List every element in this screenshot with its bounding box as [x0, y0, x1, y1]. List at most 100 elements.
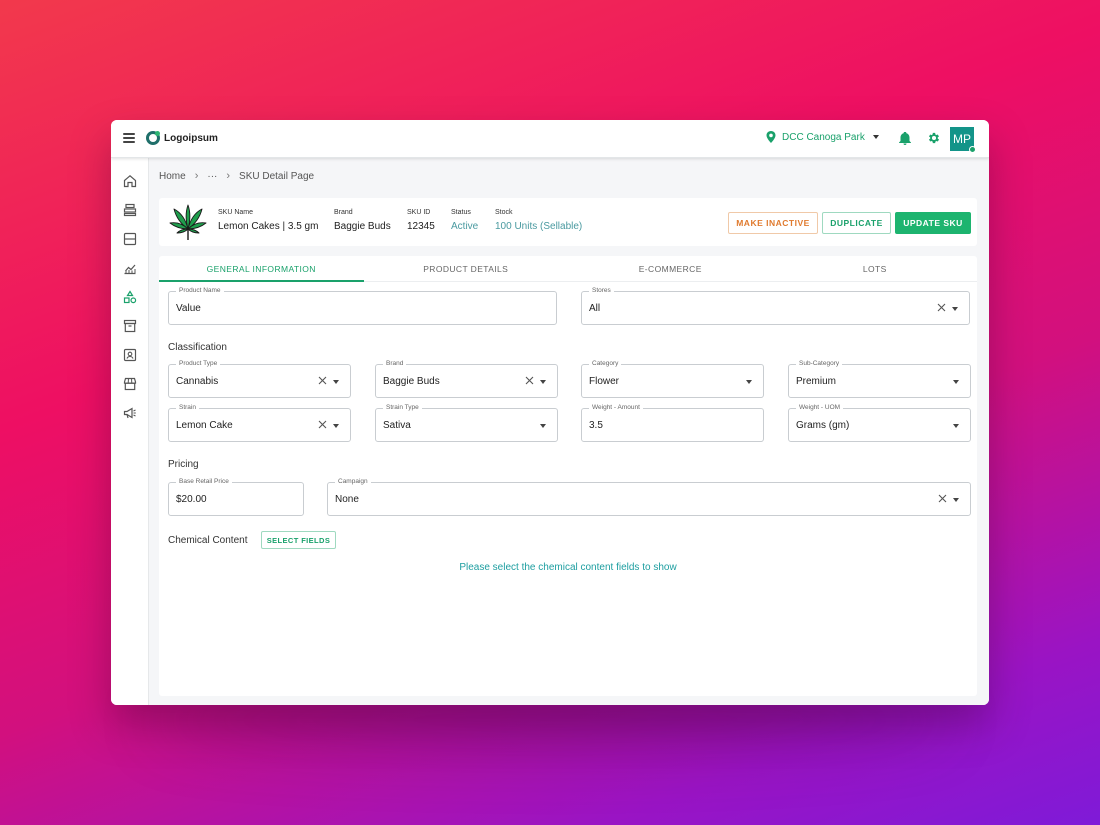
status-badge: Active — [451, 221, 479, 232]
sidebar — [111, 158, 149, 705]
clear-icon[interactable] — [318, 376, 327, 385]
chevron-down-icon[interactable] — [540, 380, 546, 384]
base-price-label: Base Retail Price — [176, 478, 232, 486]
strain-type-value: Sativa — [383, 420, 411, 431]
product-type-value: Cannabis — [176, 376, 219, 387]
strain-label: Strain — [176, 404, 199, 412]
chemical-content-hint: Please select the chemical content field… — [459, 562, 677, 573]
brand-select[interactable]: Brand Baggie Buds — [375, 360, 558, 398]
select-fields-button[interactable]: SELECT FIELDS — [261, 531, 336, 549]
brand-field-value: Baggie Buds — [383, 376, 440, 387]
marketing-icon[interactable] — [123, 406, 137, 420]
contacts-icon[interactable] — [123, 348, 137, 362]
chevron-down-icon[interactable] — [952, 307, 958, 311]
breadcrumb-ellipsis[interactable]: ··· — [207, 171, 217, 182]
strain-type-label: Strain Type — [383, 404, 422, 412]
sub-category-select[interactable]: Sub-Category Premium — [788, 360, 971, 398]
status-block: Status Active — [451, 209, 478, 232]
sub-category-label: Sub-Category — [796, 360, 843, 368]
sku-id-value: 12345 — [407, 221, 435, 232]
sku-id-label: SKU ID — [407, 209, 431, 216]
strain-select[interactable]: Strain Lemon Cake — [168, 404, 351, 442]
cannabis-leaf-icon — [169, 204, 207, 240]
sku-name-label: SKU Name — [218, 209, 254, 216]
brand-field-label: Brand — [383, 360, 407, 368]
base-retail-price-field[interactable]: Base Retail Price $20.00 — [168, 478, 304, 516]
logo-text: Logoipsum — [164, 132, 218, 144]
chevron-down-icon[interactable] — [953, 380, 959, 384]
campaign-select[interactable]: Campaign None — [327, 478, 971, 516]
breadcrumb-home[interactable]: Home — [159, 171, 186, 182]
tab-lots[interactable]: LOTS — [773, 256, 978, 281]
store-icon[interactable] — [123, 377, 137, 391]
store-selector[interactable]: DCC Canoga Park — [766, 131, 879, 143]
product-name-field[interactable]: Product Name Value — [168, 287, 557, 325]
online-status-dot — [969, 146, 976, 153]
weight-uom-label: Weight - UOM — [796, 404, 844, 412]
base-price-value: $20.00 — [176, 494, 207, 505]
chevron-down-icon[interactable] — [333, 380, 339, 384]
brand-block: Brand Baggie Buds — [334, 209, 391, 232]
home-icon[interactable] — [123, 174, 137, 188]
chevron-down-icon[interactable] — [540, 424, 546, 428]
avatar[interactable]: MP — [950, 127, 976, 153]
weight-amount-label: Weight - Amount — [589, 404, 643, 412]
products-icon[interactable] — [123, 290, 137, 304]
sku-name-value: Lemon Cakes | 3.5 gm — [218, 221, 319, 232]
status-label: Status — [451, 209, 471, 216]
clear-icon[interactable] — [938, 494, 947, 503]
chevron-down-icon[interactable] — [746, 380, 752, 384]
register-icon[interactable] — [123, 203, 137, 217]
campaign-label: Campaign — [335, 478, 371, 486]
sku-header: SKU Name Lemon Cakes | 3.5 gm Brand Bagg… — [159, 198, 977, 246]
classification-title: Classification — [168, 342, 227, 353]
strain-value: Lemon Cake — [176, 420, 233, 431]
gear-icon[interactable] — [927, 131, 941, 145]
brand-label: Brand — [334, 209, 353, 216]
tab-bar: GENERAL INFORMATION PRODUCT DETAILS E-CO… — [159, 256, 977, 282]
form-card: GENERAL INFORMATION PRODUCT DETAILS E-CO… — [159, 256, 977, 696]
category-value: Flower — [589, 376, 620, 387]
stock-label: Stock — [495, 209, 513, 216]
category-select[interactable]: Category Flower — [581, 360, 764, 398]
weight-amount-value: 3.5 — [589, 420, 603, 431]
stores-label: Stores — [589, 287, 614, 295]
chevron-right-icon: › — [226, 170, 231, 182]
weight-amount-field[interactable]: Weight - Amount 3.5 — [581, 404, 764, 442]
top-bar: Logoipsum DCC Canoga Park MP — [111, 120, 989, 158]
update-sku-button[interactable]: UPDATE SKU — [895, 212, 971, 234]
make-inactive-button[interactable]: MAKE INACTIVE — [728, 212, 818, 234]
tab-e-commerce[interactable]: E-COMMERCE — [568, 256, 773, 281]
archive-icon[interactable] — [123, 319, 137, 333]
stores-select[interactable]: Stores All — [581, 287, 970, 325]
tab-general-information[interactable]: GENERAL INFORMATION — [159, 256, 364, 282]
chemical-content-title: Chemical Content — [168, 535, 248, 546]
product-type-select[interactable]: Product Type Cannabis — [168, 360, 351, 398]
chevron-down-icon[interactable] — [953, 424, 959, 428]
chevron-down-icon — [872, 135, 879, 139]
layout-icon[interactable] — [123, 232, 137, 246]
chevron-down-icon[interactable] — [953, 498, 959, 502]
bell-icon[interactable] — [899, 132, 911, 145]
logo[interactable]: Logoipsum — [146, 131, 218, 145]
clear-icon[interactable] — [937, 303, 946, 312]
breadcrumb: Home › ··· › SKU Detail Page — [159, 170, 314, 182]
menu-icon[interactable] — [123, 133, 135, 143]
analytics-icon[interactable] — [123, 261, 137, 275]
pricing-title: Pricing — [168, 459, 199, 470]
weight-uom-value: Grams (gm) — [796, 420, 850, 431]
campaign-value: None — [335, 494, 359, 505]
clear-icon[interactable] — [525, 376, 534, 385]
app-window: Logoipsum DCC Canoga Park MP Home › ··· … — [111, 120, 989, 705]
tab-product-details[interactable]: PRODUCT DETAILS — [364, 256, 569, 281]
clear-icon[interactable] — [318, 420, 327, 429]
strain-type-select[interactable]: Strain Type Sativa — [375, 404, 558, 442]
product-name-label: Product Name — [176, 287, 224, 295]
location-pin-icon — [766, 131, 776, 143]
product-name-value: Value — [176, 303, 201, 314]
sku-id-block: SKU ID 12345 — [407, 209, 435, 232]
duplicate-button[interactable]: DUPLICATE — [822, 212, 891, 234]
logo-icon — [146, 131, 160, 145]
weight-uom-select[interactable]: Weight - UOM Grams (gm) — [788, 404, 971, 442]
chevron-down-icon[interactable] — [333, 424, 339, 428]
